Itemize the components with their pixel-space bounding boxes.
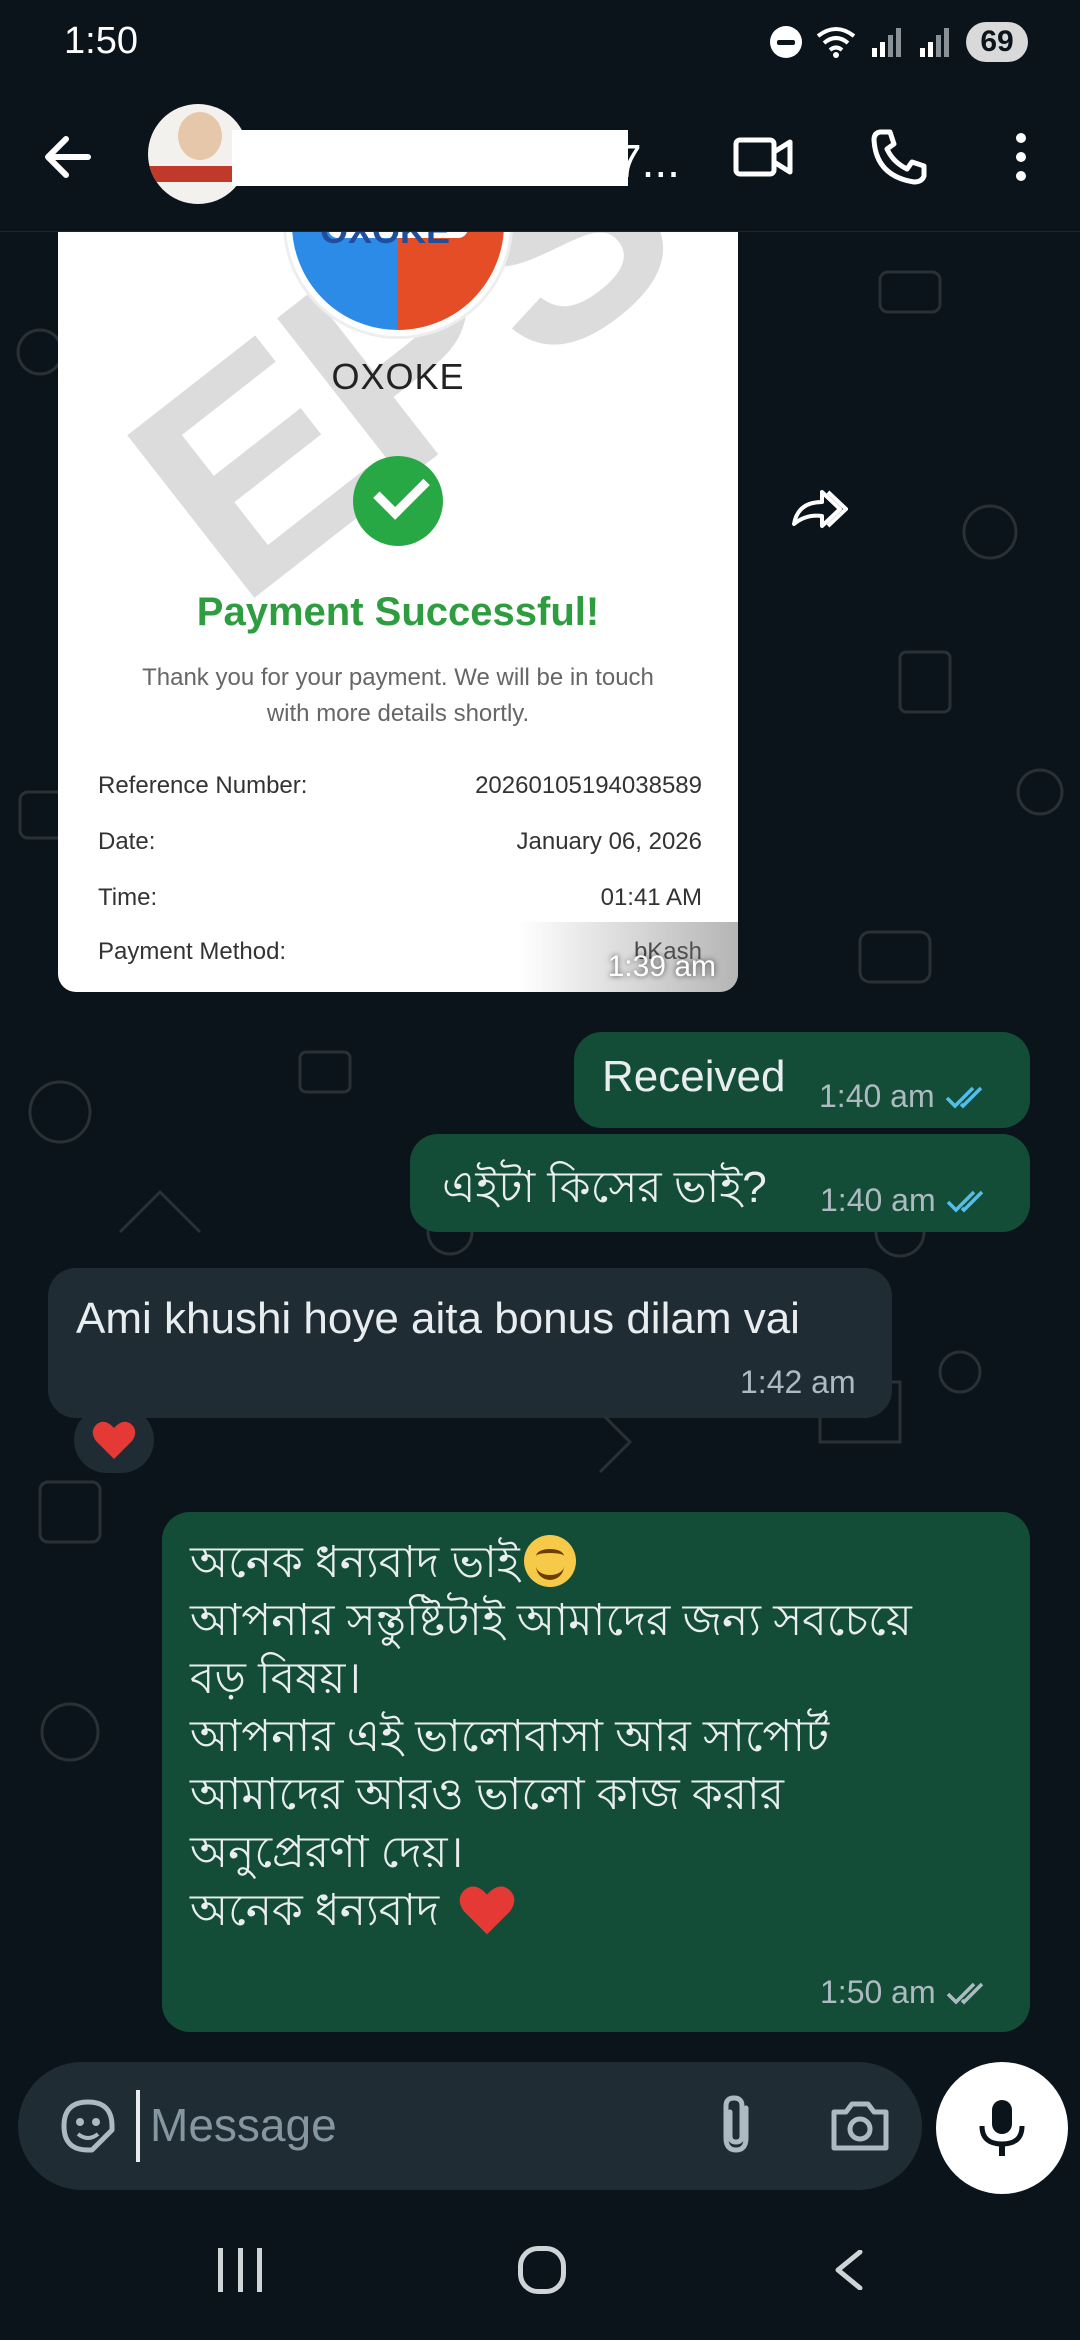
message-line: আপনার সন্তুষ্টিটাই আমাদের জন্য সবচেয়ে bbox=[190, 1596, 912, 1645]
message-time: 1:50 am bbox=[820, 1974, 936, 2010]
battery-badge: 69 bbox=[966, 22, 1028, 62]
message-time: 1:40 am bbox=[820, 1182, 936, 1218]
payment-message: Thank you for your payment. We will be i… bbox=[142, 664, 654, 727]
outgoing-message[interactable]: অনেক ধন্যবাদ ভাই আপনার সন্তুষ্টিটাই আমাদ… bbox=[162, 1512, 1030, 2032]
contact-name-redaction bbox=[232, 130, 628, 186]
status-icons: 69 bbox=[770, 20, 1028, 64]
message-text: Ami khushi hoye aita bonus dilam vai bbox=[76, 1294, 800, 1343]
message-line: অনুপ্রেরণা দেয়। bbox=[190, 1828, 464, 1877]
system-navbar bbox=[0, 2204, 1080, 2340]
more-icon[interactable] bbox=[988, 124, 1054, 190]
recent-apps-icon[interactable] bbox=[218, 2248, 262, 2292]
message-time: 1:40 am bbox=[819, 1078, 935, 1114]
message-line: আমাদের আরও ভালো কাজ করার bbox=[190, 1770, 784, 1819]
message-meta: 1:50 am bbox=[820, 1974, 992, 2011]
incoming-message[interactable]: Ami khushi hoye aita bonus dilam vai 1:4… bbox=[48, 1268, 892, 1418]
forward-icon[interactable] bbox=[788, 484, 848, 534]
delivered-ticks-icon bbox=[946, 1982, 983, 2004]
smile-emoji-icon bbox=[523, 1535, 576, 1587]
message-line: অনেক ধন্যবাদ bbox=[190, 1882, 1010, 1940]
success-check-icon bbox=[353, 456, 443, 546]
back-arrow-icon[interactable] bbox=[38, 127, 98, 187]
mic-button[interactable] bbox=[936, 2062, 1068, 2194]
logo-text: OXOKE bbox=[320, 232, 450, 252]
signal-icon-2 bbox=[920, 28, 949, 57]
heart-reaction-icon[interactable] bbox=[74, 1407, 154, 1473]
status-time: 1:50 bbox=[64, 20, 138, 62]
status-bar: 1:50 69 bbox=[0, 0, 1080, 82]
sticker-icon[interactable] bbox=[58, 2096, 118, 2156]
text-cursor bbox=[136, 2090, 140, 2162]
message-meta: 1:42 am bbox=[740, 1364, 856, 1401]
phone-icon[interactable] bbox=[866, 124, 932, 190]
read-ticks-icon bbox=[946, 1190, 983, 1212]
message-text: এইটা কিসের ভাই? bbox=[442, 1163, 767, 1212]
receipt-row: Date: January 06, 2026 bbox=[98, 828, 702, 855]
wifi-icon bbox=[816, 27, 856, 58]
mic-icon bbox=[979, 2100, 1025, 2156]
message-line: অনেক ধন্যবাদ ভাই bbox=[190, 1534, 1010, 1592]
home-icon[interactable] bbox=[518, 2246, 566, 2294]
chat-header: 7... bbox=[0, 82, 1080, 232]
heart-emoji-icon bbox=[460, 1886, 515, 1935]
read-ticks-icon bbox=[945, 1086, 982, 1108]
outgoing-message[interactable]: এইটা কিসের ভাই? 1:40 am bbox=[410, 1134, 1030, 1232]
message-line: আপনার এই ভালোবাসা আর সাপোর্ট bbox=[190, 1712, 830, 1761]
attach-icon[interactable] bbox=[708, 2092, 768, 2158]
camera-icon[interactable] bbox=[828, 2094, 892, 2156]
avatar-face bbox=[178, 112, 222, 160]
nav-back-icon[interactable] bbox=[830, 2250, 866, 2290]
receipt-image[interactable]: EPS OXOKE OXOKE Payment Successful! Than… bbox=[58, 232, 738, 992]
message-meta: 1:40 am bbox=[819, 1078, 991, 1115]
composer: Message bbox=[0, 2062, 1080, 2204]
message-text: Received bbox=[602, 1052, 786, 1101]
message-meta: 1:40 am bbox=[820, 1182, 992, 1219]
message-input[interactable]: Message bbox=[18, 2062, 922, 2190]
message-time: 1:42 am bbox=[740, 1364, 856, 1400]
do-not-disturb-icon bbox=[770, 26, 802, 58]
chat-area[interactable]: EPS OXOKE OXOKE Payment Successful! Than… bbox=[0, 232, 1080, 2062]
message-text-block: অনেক ধন্যবাদ ভাই আপনার সন্তুষ্টিটাই আমাদ… bbox=[190, 1534, 1010, 1940]
signal-icon bbox=[872, 28, 901, 57]
brand-name: OXOKE bbox=[331, 356, 465, 397]
receipt-row: Reference Number: 20260105194038589 bbox=[98, 772, 702, 799]
outgoing-message[interactable]: Received 1:40 am bbox=[574, 1032, 1030, 1128]
message-time: 1:39 am bbox=[607, 950, 716, 983]
payment-title: Payment Successful! bbox=[196, 590, 600, 634]
receipt-row: Time: 01:41 AM bbox=[98, 884, 702, 911]
message-placeholder: Message bbox=[150, 2099, 337, 2151]
video-call-icon[interactable] bbox=[730, 124, 796, 190]
message-line: বড় বিষয়। bbox=[190, 1654, 362, 1703]
